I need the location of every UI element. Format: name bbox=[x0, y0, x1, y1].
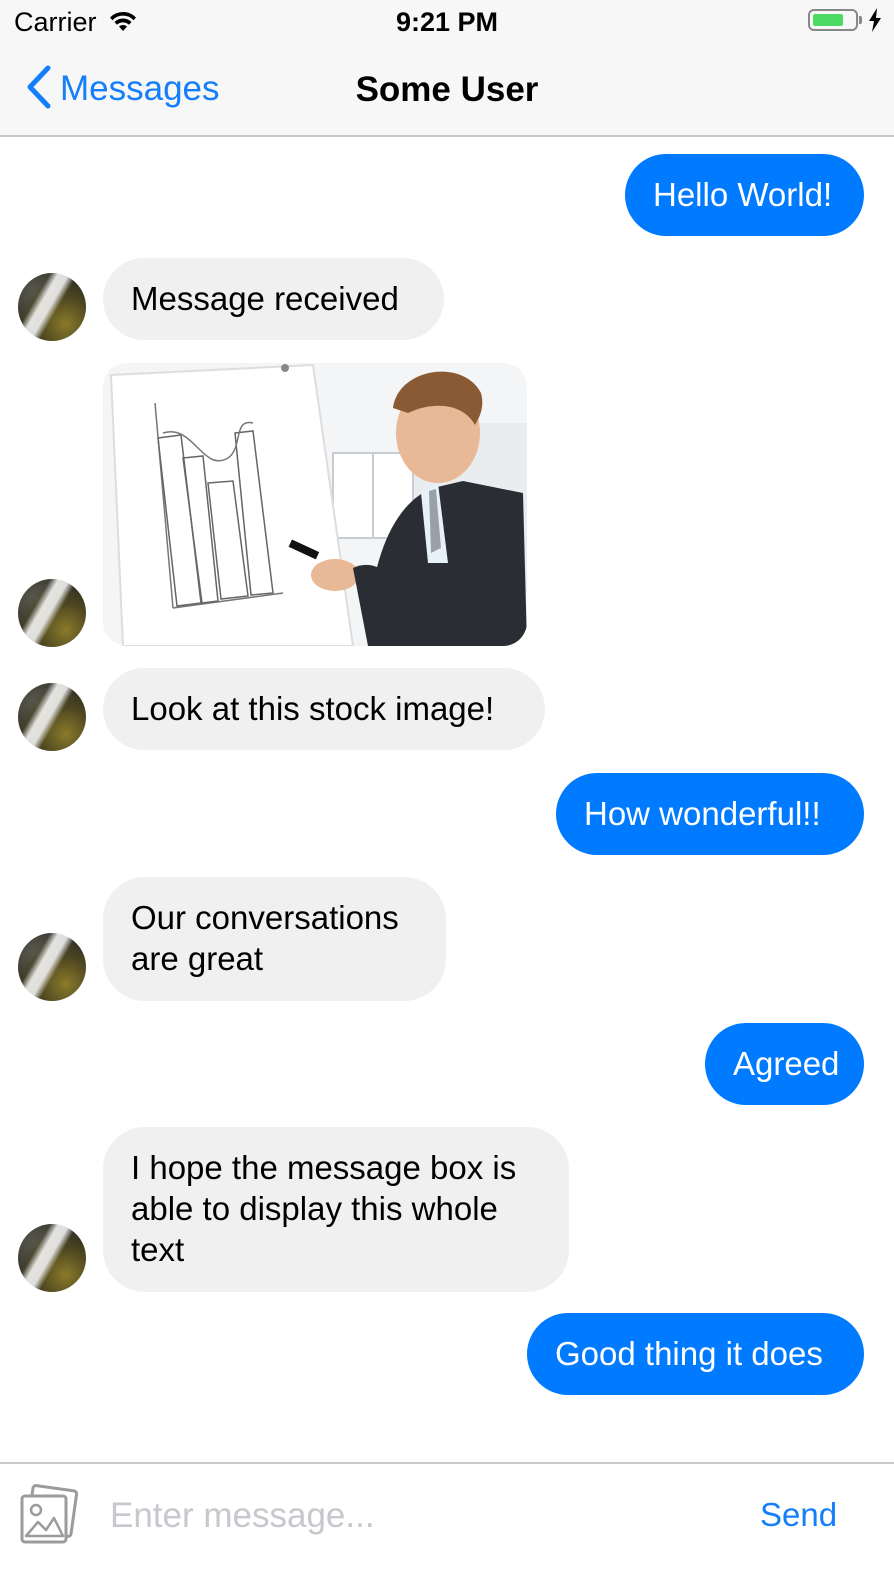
image-message[interactable] bbox=[103, 363, 527, 646]
outgoing-message-bubble[interactable]: Hello World! bbox=[625, 154, 864, 236]
avatar[interactable] bbox=[18, 933, 86, 1001]
photo-icon[interactable] bbox=[16, 1484, 80, 1551]
battery-icon bbox=[808, 9, 858, 31]
send-button[interactable]: Send bbox=[760, 1496, 837, 1534]
outgoing-message-bubble[interactable]: Agreed bbox=[705, 1023, 864, 1105]
incoming-message-bubble[interactable]: Message received bbox=[103, 258, 444, 340]
incoming-message-bubble[interactable]: Look at this stock image! bbox=[103, 668, 545, 750]
incoming-message-bubble[interactable]: I hope the message box is able to displa… bbox=[103, 1127, 569, 1292]
avatar[interactable] bbox=[18, 683, 86, 751]
message-input[interactable] bbox=[110, 1486, 710, 1546]
status-bar: Carrier 9:21 PM bbox=[0, 0, 894, 44]
conversation-title: Some User bbox=[355, 70, 539, 109]
message-composer: Send bbox=[0, 1462, 894, 1591]
status-time: 9:21 PM bbox=[395, 7, 499, 37]
avatar[interactable] bbox=[18, 273, 86, 341]
outgoing-message-bubble[interactable]: Good thing it does bbox=[527, 1313, 864, 1395]
avatar[interactable] bbox=[18, 579, 86, 647]
battery-level-fill bbox=[813, 14, 843, 26]
avatar[interactable] bbox=[18, 1224, 86, 1292]
incoming-message-bubble[interactable]: Our conversations are great bbox=[103, 877, 446, 1001]
navigation-bar: Messages Some User bbox=[0, 44, 894, 137]
stock-photo bbox=[103, 363, 527, 646]
outgoing-message-bubble[interactable]: How wonderful!! bbox=[556, 773, 864, 855]
charging-bolt-icon bbox=[868, 8, 882, 37]
battery-cap bbox=[859, 16, 862, 24]
